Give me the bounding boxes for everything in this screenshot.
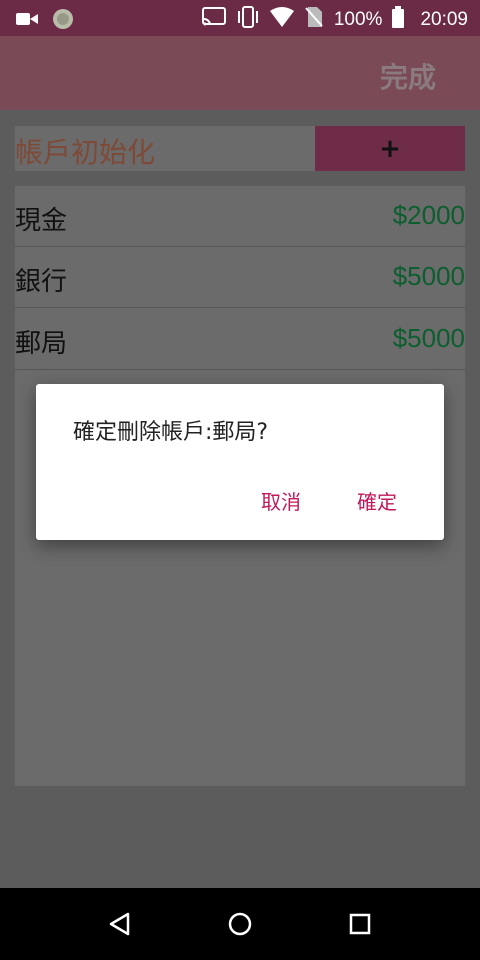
- account-init-row: 帳戶初始化 +: [15, 126, 465, 171]
- cancel-button[interactable]: 取消: [261, 486, 301, 515]
- clock: 20:09: [420, 8, 468, 30]
- video-camera-icon: [16, 11, 38, 31]
- battery-percent: 100%: [333, 8, 383, 30]
- account-row-cash[interactable]: 現金 $2000: [15, 186, 465, 247]
- recents-icon[interactable]: [346, 910, 374, 938]
- battery-icon: [392, 6, 405, 33]
- add-account-button[interactable]: +: [315, 126, 465, 171]
- app-notification-icon: [52, 8, 74, 34]
- no-sim-icon: [304, 6, 324, 33]
- delete-confirm-dialog: 確定刪除帳戶:郵局? 取消 確定: [36, 384, 444, 540]
- vibrate-icon: [236, 6, 260, 33]
- navigation-bar: [0, 888, 480, 960]
- account-init-title: 帳戶初始化: [15, 136, 156, 169]
- dialog-message: 確定刪除帳戶:郵局?: [73, 420, 269, 445]
- confirm-button[interactable]: 確定: [357, 486, 397, 515]
- account-amount: $5000: [392, 323, 465, 353]
- account-row-post-office[interactable]: 郵局 $5000: [15, 309, 465, 370]
- app-bar: 完成: [0, 36, 480, 110]
- account-amount: $5000: [392, 261, 465, 291]
- status-bar: 100% 20:09: [0, 0, 480, 36]
- wifi-icon: [269, 7, 294, 32]
- account-name: 現金: [15, 206, 68, 236]
- account-name: 郵局: [15, 329, 68, 359]
- account-row-bank[interactable]: 銀行 $5000: [15, 247, 465, 308]
- cast-icon: [201, 7, 226, 32]
- account-name: 銀行: [15, 267, 68, 297]
- account-amount: $2000: [392, 200, 465, 230]
- home-icon[interactable]: [226, 910, 254, 938]
- done-button[interactable]: 完成: [380, 56, 436, 96]
- back-icon[interactable]: [106, 910, 134, 938]
